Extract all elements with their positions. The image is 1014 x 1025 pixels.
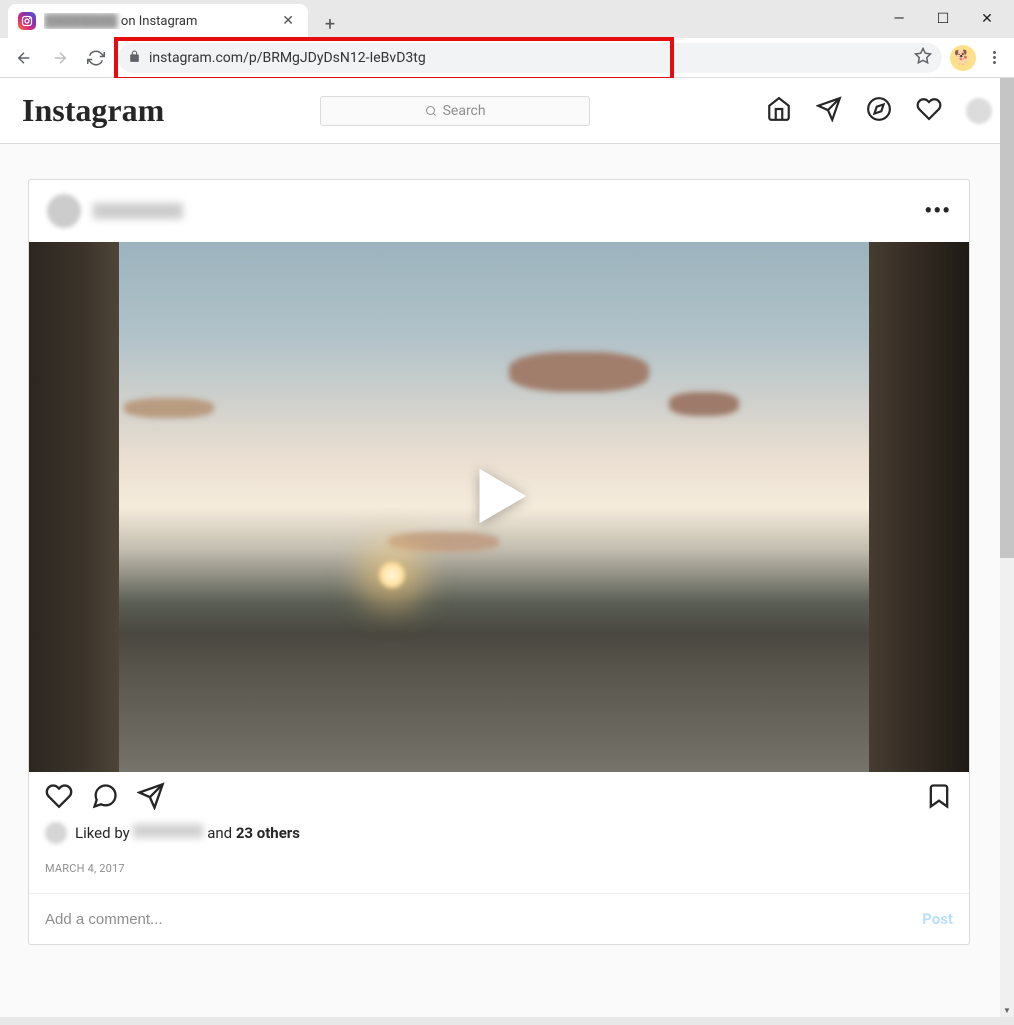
comment-submit-button[interactable]: Post <box>922 910 953 928</box>
instagram-logo[interactable]: Instagram <box>22 92 164 129</box>
author-username[interactable] <box>93 203 183 219</box>
messages-icon[interactable] <box>816 96 842 126</box>
address-bar-row: instagram.com/p/BRMgJDyDsN12-IeBvD3tg 🐕 <box>0 38 1014 78</box>
like-button-icon[interactable] <box>45 782 73 814</box>
comment-button-icon[interactable] <box>91 782 119 814</box>
post-video[interactable] <box>29 242 969 772</box>
tab-bar: ████████ on Instagram ✕ + — ☐ ✕ <box>0 0 1014 38</box>
save-button-icon[interactable] <box>925 782 953 814</box>
profile-avatar[interactable] <box>966 98 992 124</box>
header-nav <box>766 96 992 126</box>
liker-username[interactable] <box>133 824 203 838</box>
lock-icon <box>128 48 141 67</box>
instagram-favicon-icon <box>18 12 36 30</box>
tab-close-icon[interactable]: ✕ <box>278 13 298 29</box>
browser-more-menu-icon[interactable] <box>984 51 1004 64</box>
scrollbar-thumb[interactable] <box>1000 78 1014 558</box>
media-decor <box>509 352 649 392</box>
instagram-header: Instagram Search <box>0 78 1014 144</box>
heart-icon[interactable] <box>916 96 942 126</box>
post-actions <box>29 772 969 820</box>
post-more-menu-icon[interactable]: ••• <box>924 199 951 224</box>
play-icon[interactable] <box>460 457 538 535</box>
post-likes-row: Liked by and 23 others <box>29 820 969 848</box>
media-decor <box>869 242 969 772</box>
post-card: ••• Liked by and 23 others <box>28 179 970 945</box>
new-tab-button[interactable]: + <box>316 10 344 38</box>
media-decor <box>29 242 119 772</box>
reload-button[interactable] <box>82 44 110 72</box>
search-icon <box>425 105 437 117</box>
post-header: ••• <box>29 180 969 242</box>
explore-icon[interactable] <box>866 96 892 126</box>
browser-chrome: ████████ on Instagram ✕ + — ☐ ✕ instagra… <box>0 0 1014 78</box>
url-text: instagram.com/p/BRMgJDyDsN12-IeBvD3tg <box>149 50 906 66</box>
search-input[interactable]: Search <box>320 96 590 126</box>
extension-icon[interactable]: 🐕 <box>950 45 976 71</box>
back-button[interactable] <box>10 44 38 72</box>
likes-text: Liked by and 23 others <box>75 824 300 842</box>
window-controls: — ☐ ✕ <box>886 0 1014 38</box>
media-decor <box>124 398 214 418</box>
search-placeholder: Search <box>443 103 486 119</box>
share-button-icon[interactable] <box>137 782 165 814</box>
forward-button <box>46 44 74 72</box>
likes-count[interactable]: 23 others <box>236 824 300 842</box>
media-decor <box>379 562 405 588</box>
close-window-icon[interactable]: ✕ <box>974 6 1000 32</box>
author-avatar[interactable] <box>47 194 81 228</box>
address-bar[interactable]: instagram.com/p/BRMgJDyDsN12-IeBvD3tg <box>118 43 942 73</box>
tab-title: ████████ on Instagram <box>44 13 278 29</box>
comment-input[interactable] <box>45 911 922 928</box>
scroll-down-arrow-icon[interactable]: ▼ <box>1000 1003 1014 1017</box>
home-icon[interactable] <box>766 96 792 126</box>
media-decor <box>669 392 739 416</box>
scrollbar[interactable]: ▲ ▼ <box>1000 78 1014 1017</box>
liker-avatar[interactable] <box>45 822 67 844</box>
maximize-icon[interactable]: ☐ <box>930 6 956 32</box>
browser-tab[interactable]: ████████ on Instagram ✕ <box>8 4 308 38</box>
post-date: MARCH 4, 2017 <box>29 848 969 893</box>
minimize-icon[interactable]: — <box>886 6 912 32</box>
bookmark-star-icon[interactable] <box>914 47 932 69</box>
page-content: ▲ ▼ Instagram Search ••• <box>0 78 1014 1017</box>
comment-row: Post <box>29 893 969 944</box>
